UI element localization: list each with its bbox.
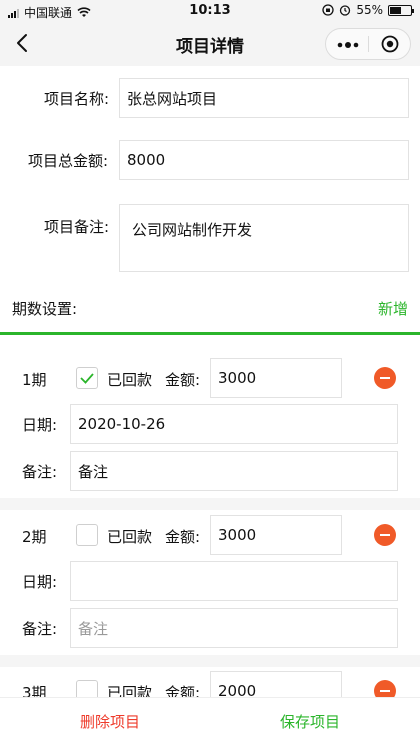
- period-2-remove-button[interactable]: [374, 524, 396, 546]
- orientation-lock-icon: [322, 4, 334, 16]
- capsule-divider: [368, 36, 369, 52]
- period-1-remove-button[interactable]: [374, 367, 396, 389]
- nav-bar: 项目详情: [0, 22, 420, 66]
- periods-section-title: 期数设置:: [12, 300, 78, 318]
- period-2-returned-checkbox[interactable]: [76, 524, 98, 546]
- target-icon[interactable]: [381, 35, 399, 53]
- period-2-amount-label: 金额:: [165, 528, 201, 546]
- save-project-button[interactable]: 保存项目: [280, 711, 340, 732]
- more-dots-icon[interactable]: [337, 42, 359, 48]
- project-name-label: 项目名称:: [44, 90, 110, 108]
- period-1-amount-label: 金额:: [165, 371, 201, 389]
- delete-project-button[interactable]: 删除项目: [80, 711, 140, 732]
- project-note-label: 项目备注:: [44, 218, 110, 236]
- period-2-remark-input[interactable]: 备注: [70, 608, 398, 648]
- project-note-textarea[interactable]: 公司网站制作开发: [119, 204, 409, 272]
- period-1-label: 1期: [22, 371, 47, 389]
- alarm-icon: [340, 5, 351, 16]
- period-2-returned-label: 已回款: [107, 528, 153, 546]
- battery-fill: [390, 6, 401, 14]
- section-divider-line: [0, 332, 420, 335]
- period-1-remark-label: 备注:: [22, 463, 58, 481]
- status-bar: 中国联通 10:13 55%: [0, 0, 420, 22]
- period-2-label: 2期: [22, 528, 47, 546]
- period-2-remark-label: 备注:: [22, 620, 58, 638]
- mini-program-capsule: [325, 28, 411, 60]
- check-icon: [80, 373, 94, 384]
- battery-icon: [388, 4, 414, 16]
- period-1-returned-label: 已回款: [107, 371, 153, 389]
- add-period-button[interactable]: 新增: [378, 298, 408, 319]
- period-2-amount-input[interactable]: 3000: [210, 515, 342, 555]
- period-2-date-label: 日期:: [22, 573, 58, 591]
- period-separator: [0, 498, 420, 510]
- period-separator: [0, 655, 420, 667]
- period-1-amount-input[interactable]: 3000: [210, 358, 342, 398]
- period-2-remark-placeholder: 备注: [78, 619, 109, 638]
- project-total-label: 项目总金额:: [28, 152, 109, 170]
- period-2-date-input[interactable]: [70, 561, 398, 601]
- status-right: 55%: [322, 3, 414, 17]
- period-1-returned-checkbox[interactable]: [76, 367, 98, 389]
- bottom-action-bar: 删除项目 保存项目: [0, 697, 420, 747]
- project-name-input[interactable]: 张总网站项目: [119, 78, 409, 118]
- project-total-input[interactable]: 8000: [119, 140, 409, 180]
- battery-percent: 55%: [356, 3, 383, 17]
- period-1-date-label: 日期:: [22, 416, 58, 434]
- period-1-remark-input[interactable]: 备注: [70, 451, 398, 491]
- period-1-date-input[interactable]: 2020-10-26: [70, 404, 398, 444]
- periods-section-header: 期数设置: 新增: [0, 290, 420, 332]
